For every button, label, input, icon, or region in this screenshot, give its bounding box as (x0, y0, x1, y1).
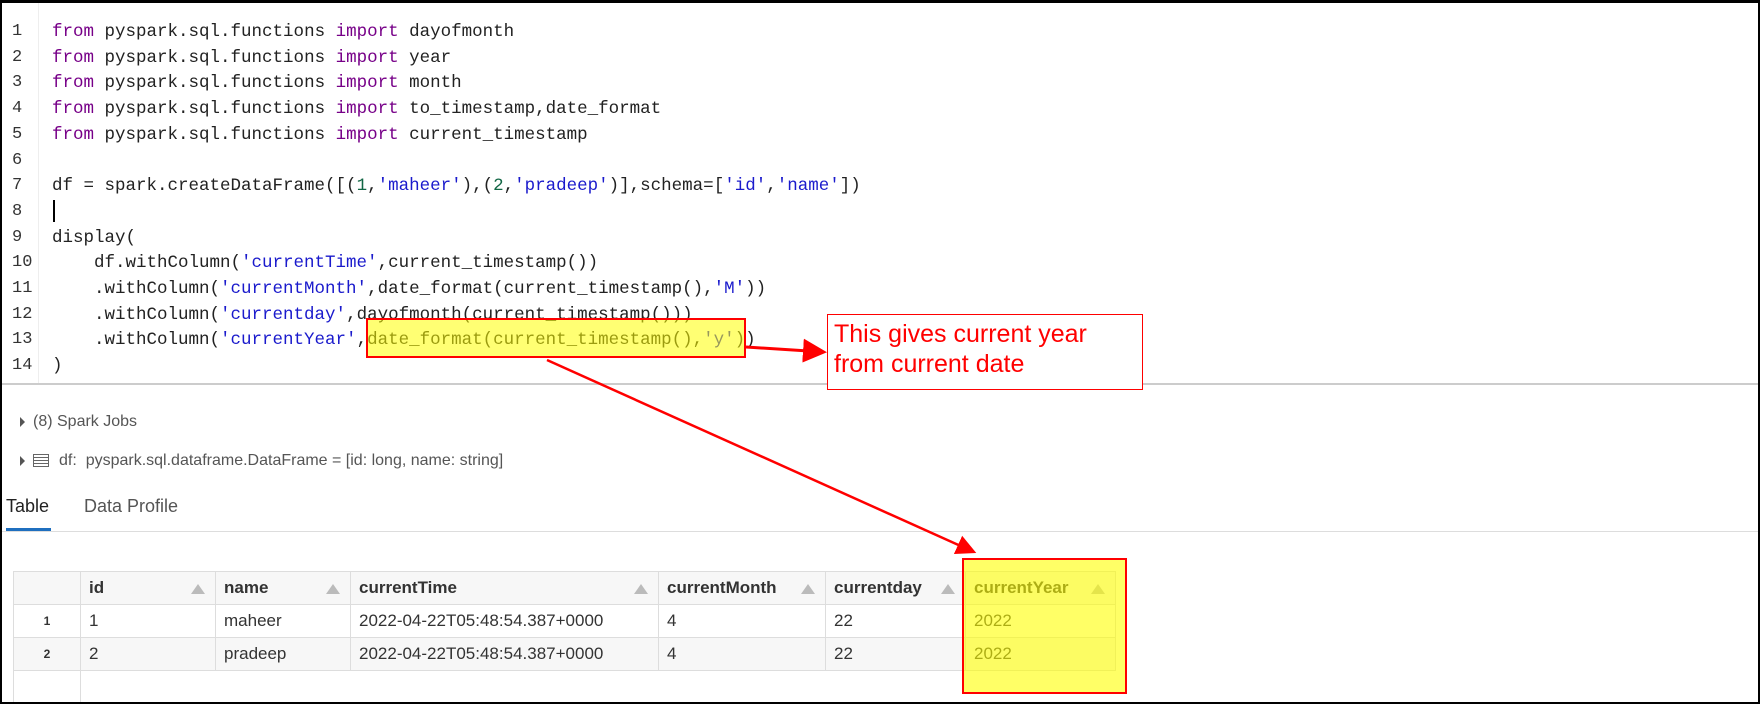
screenshot-border (0, 0, 1760, 704)
